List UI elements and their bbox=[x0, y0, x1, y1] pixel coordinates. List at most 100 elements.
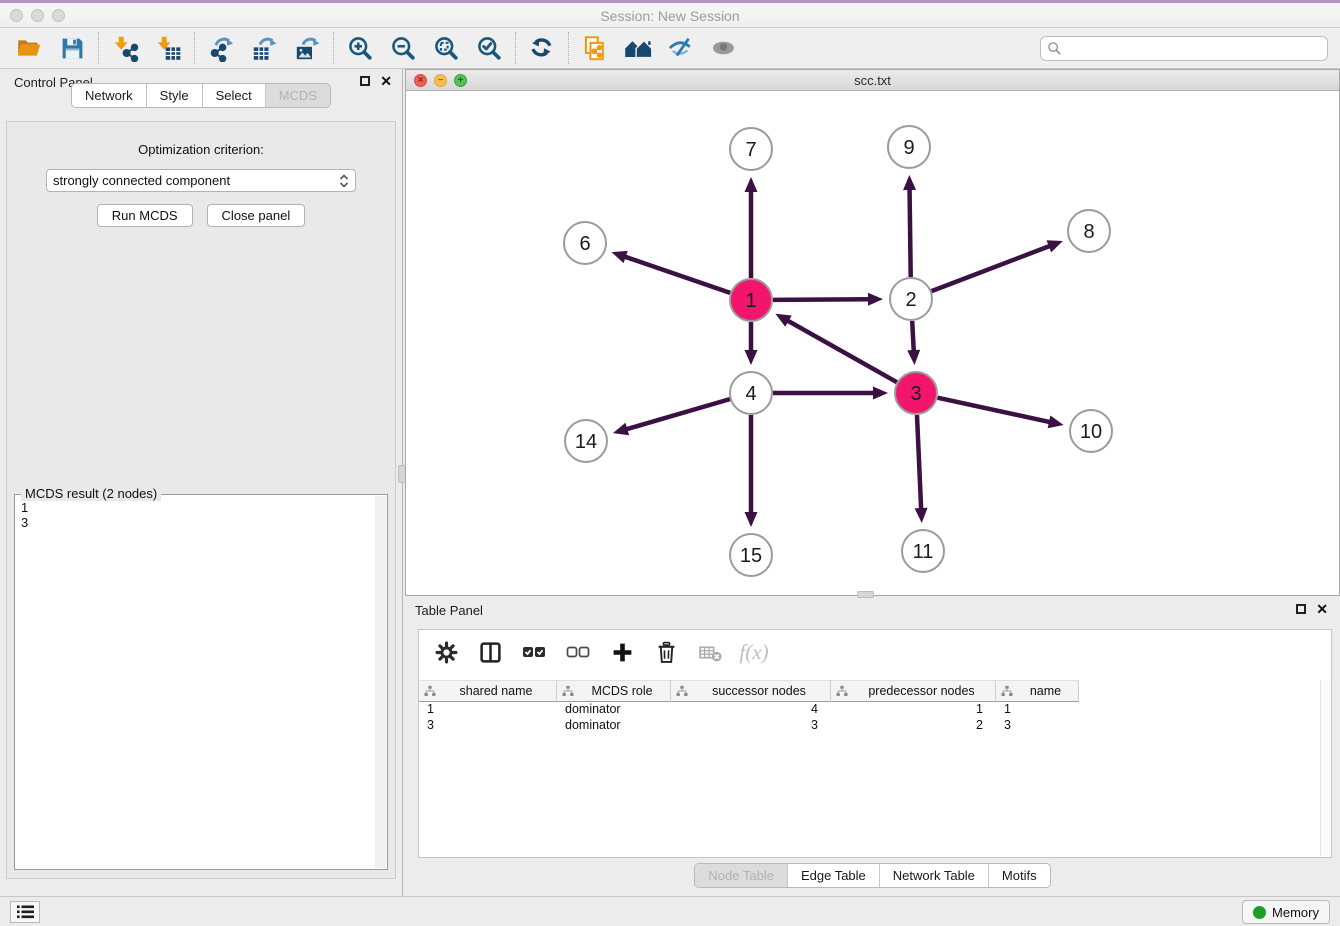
graph-edge-2-3[interactable] bbox=[912, 321, 914, 352]
column-header-successor-nodes[interactable]: successor nodes bbox=[671, 680, 831, 702]
table-cell[interactable]: 3 bbox=[996, 718, 1079, 734]
graph-node-label: 2 bbox=[905, 289, 916, 311]
graph-node-label: 1 bbox=[745, 290, 756, 312]
export-network-icon bbox=[208, 35, 235, 62]
table-cell[interactable]: dominator bbox=[557, 718, 671, 734]
open-session-button[interactable] bbox=[12, 31, 46, 65]
control-panel: Control Panel ✕ NetworkStyleSelectMCDS O… bbox=[0, 69, 402, 896]
gear-icon bbox=[435, 641, 458, 664]
graph-edge-2-8[interactable] bbox=[932, 246, 1051, 292]
import-table-button[interactable] bbox=[151, 31, 185, 65]
graph-edge-1-6[interactable] bbox=[624, 256, 730, 293]
add-column-button[interactable] bbox=[607, 637, 637, 667]
zoom-fit-button[interactable] bbox=[429, 31, 463, 65]
delete-table-button[interactable] bbox=[695, 637, 725, 667]
graph-edge-1-2[interactable] bbox=[773, 299, 870, 300]
table-scrollbar[interactable] bbox=[1320, 680, 1331, 856]
select-all-button[interactable] bbox=[519, 637, 549, 667]
network-canvas[interactable]: 7968124314101511 bbox=[406, 91, 1339, 595]
graph-edge-arrowhead bbox=[745, 350, 758, 365]
show-graphics-details-button[interactable] bbox=[707, 31, 741, 65]
save-session-button[interactable] bbox=[55, 31, 89, 65]
graph-edge-4-14[interactable] bbox=[625, 399, 730, 429]
eye-slash-icon bbox=[667, 34, 695, 62]
export-table-button[interactable] bbox=[247, 31, 281, 65]
result-scrollbar[interactable] bbox=[375, 496, 386, 868]
search-input[interactable] bbox=[1062, 41, 1321, 56]
close-table-panel-icon[interactable]: ✕ bbox=[1316, 603, 1328, 615]
table-body: 1dominator4113dominator323 bbox=[419, 702, 1319, 734]
table-row[interactable]: 3dominator323 bbox=[419, 718, 1319, 734]
table-cell[interactable]: 3 bbox=[419, 718, 557, 734]
column-header-predecessor-nodes[interactable]: predecessor nodes bbox=[831, 680, 996, 702]
tab-style[interactable]: Style bbox=[147, 84, 203, 107]
tab-network[interactable]: Network bbox=[72, 84, 147, 107]
graph-edge-arrowhead bbox=[611, 251, 627, 263]
zoom-in-button[interactable] bbox=[343, 31, 377, 65]
table-type-tabs: Node TableEdge TableNetwork TableMotifs bbox=[694, 863, 1050, 888]
table-cell[interactable]: 1 bbox=[996, 702, 1079, 718]
table-tab-node-table[interactable]: Node Table bbox=[695, 864, 788, 887]
search-field[interactable] bbox=[1040, 36, 1328, 61]
tree-icon bbox=[676, 685, 688, 697]
table-cell[interactable]: 1 bbox=[831, 702, 996, 718]
application-window: Session: New Session bbox=[0, 3, 1340, 926]
duplicate-network-button[interactable] bbox=[578, 31, 612, 65]
network-graph: 7968124314101511 bbox=[406, 91, 1339, 595]
graph-edge-3-10[interactable] bbox=[937, 398, 1050, 423]
graph-node-label: 10 bbox=[1080, 421, 1102, 443]
graph-edge-2-9[interactable] bbox=[910, 188, 911, 277]
export-network-button[interactable] bbox=[204, 31, 238, 65]
hide-graphics-details-button[interactable] bbox=[664, 31, 698, 65]
double-house-icon bbox=[624, 34, 653, 63]
table-tab-network-table[interactable]: Network Table bbox=[880, 864, 989, 887]
export-image-button[interactable] bbox=[290, 31, 324, 65]
table-tab-motifs[interactable]: Motifs bbox=[989, 864, 1050, 887]
table-cell[interactable]: dominator bbox=[557, 702, 671, 718]
delete-column-button[interactable] bbox=[651, 637, 681, 667]
mcds-result-text[interactable]: 1 3 bbox=[17, 498, 373, 867]
column-header-MCDS-role[interactable]: MCDS role bbox=[557, 680, 671, 702]
task-list-icon bbox=[17, 905, 34, 919]
export-table-icon bbox=[251, 35, 278, 62]
import-network-button[interactable] bbox=[108, 31, 142, 65]
toolbar-separator bbox=[194, 32, 195, 64]
trash-icon bbox=[655, 641, 678, 664]
graph-edge-3-1[interactable] bbox=[787, 320, 897, 382]
table-splitter-handle[interactable] bbox=[857, 591, 874, 598]
zoom-out-button[interactable] bbox=[386, 31, 420, 65]
function-builder-button[interactable]: f(x) bbox=[739, 637, 769, 667]
home-pair-button[interactable] bbox=[621, 31, 655, 65]
zoom-selected-button[interactable] bbox=[472, 31, 506, 65]
deselect-all-button[interactable] bbox=[563, 637, 593, 667]
graph-node-label: 7 bbox=[745, 139, 756, 161]
task-history-button[interactable] bbox=[10, 901, 40, 923]
column-header-shared-name[interactable]: shared name bbox=[419, 680, 557, 702]
criterion-dropdown[interactable]: strongly connected component bbox=[46, 169, 356, 192]
tree-icon bbox=[562, 685, 574, 697]
zoom-in-icon bbox=[346, 34, 374, 62]
graph-edge-arrowhead bbox=[873, 387, 888, 400]
graph-node-label: 8 bbox=[1083, 221, 1094, 243]
table-cell[interactable]: 2 bbox=[831, 718, 996, 734]
table-cell[interactable]: 1 bbox=[419, 702, 557, 718]
node-table: f(x) shared nameMCDS rolesuccessor nodes… bbox=[418, 629, 1332, 858]
column-header-name[interactable]: name bbox=[996, 680, 1079, 702]
table-tab-edge-table[interactable]: Edge Table bbox=[788, 864, 880, 887]
refresh-network-button[interactable] bbox=[525, 31, 559, 65]
tab-select[interactable]: Select bbox=[203, 84, 266, 107]
close-panel-button[interactable]: Close panel bbox=[207, 204, 306, 227]
mcds-result-group: MCDS result (2 nodes) 1 3 bbox=[14, 494, 388, 870]
memory-button[interactable]: Memory bbox=[1242, 900, 1330, 924]
graph-edge-3-11[interactable] bbox=[917, 415, 921, 510]
table-cell[interactable]: 4 bbox=[671, 702, 831, 718]
table-row[interactable]: 1dominator411 bbox=[419, 702, 1319, 718]
run-mcds-button[interactable]: Run MCDS bbox=[97, 204, 193, 227]
show-columns-button[interactable] bbox=[475, 637, 505, 667]
table-options-button[interactable] bbox=[431, 637, 461, 667]
tab-mcds[interactable]: MCDS bbox=[266, 84, 330, 107]
table-cell[interactable]: 3 bbox=[671, 718, 831, 734]
memory-label: Memory bbox=[1272, 905, 1319, 920]
unchecked-boxes-icon bbox=[565, 639, 591, 665]
float-table-panel-icon[interactable] bbox=[1296, 604, 1306, 614]
